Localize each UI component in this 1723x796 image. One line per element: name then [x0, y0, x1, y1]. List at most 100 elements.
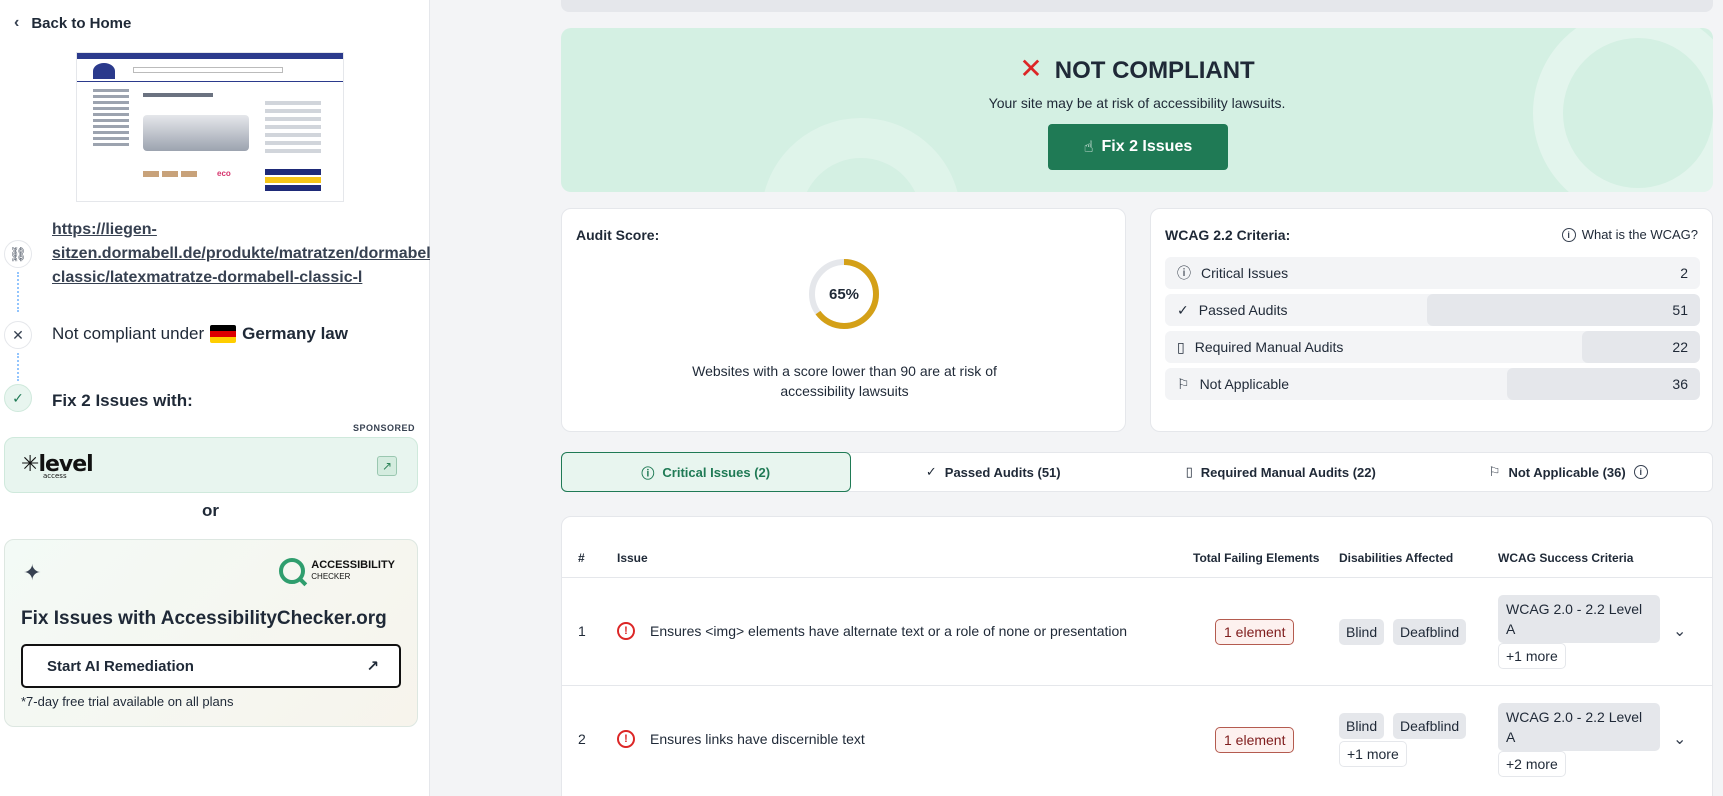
tab-label: Critical Issues (2) [662, 464, 771, 480]
fix-button-label: Fix 2 Issues [1101, 138, 1193, 155]
info-icon[interactable]: i [1633, 465, 1648, 479]
back-to-home-link[interactable]: ‹ Back to Home [14, 14, 131, 32]
issue-text: Ensures links have discernible text [650, 731, 865, 747]
start-ai-remediation-button[interactable]: Start AI Remediation ↗ [21, 644, 401, 688]
banner-subtitle: Your site may be at risk of accessibilit… [988, 95, 1286, 111]
check-icon: ✓ [1177, 301, 1189, 318]
step-connector [17, 272, 19, 312]
close-icon: ✕ [4, 321, 32, 349]
url-line: https://liegen- [52, 221, 157, 238]
tab-required-manual-audits[interactable]: ▯ Required Manual Audits (22) [1137, 453, 1425, 491]
document-icon: ▯ [1185, 464, 1193, 479]
failing-elements-badge: 1 element [1215, 619, 1295, 645]
law-name: Germany law [242, 324, 348, 343]
sparkle-icon: ✦ [23, 560, 42, 585]
info-icon: i [1561, 227, 1576, 242]
sponsored-label: SPONSORED [352, 423, 415, 433]
wcag-row-label: Required Manual Audits [1194, 339, 1344, 355]
audit-score-label: Audit Score: [576, 227, 660, 243]
header-wcag-criteria: WCAG Success Criteria [1498, 551, 1634, 565]
issue-text: Ensures <img> elements have alternate te… [650, 623, 1128, 639]
wcag-row-label: Not Applicable [1199, 376, 1290, 392]
tab-not-applicable[interactable]: ⚐ Not Applicable (36) i [1425, 453, 1713, 491]
compliance-banner: ✕ NOT COMPLIANT Your site may be at risk … [561, 28, 1713, 192]
document-icon: ▯ [1177, 338, 1185, 355]
header-issue: Issue [617, 551, 648, 565]
disability-chip: Deafblind [1393, 619, 1467, 645]
level-access-card[interactable]: ✳level access ↗ [4, 437, 418, 493]
compliance-status: Not compliant under Germany law [52, 324, 348, 344]
score-value: 65% [828, 285, 860, 303]
wcag-row-count: 51 [1672, 302, 1688, 318]
wcag-row-not-applicable: ⚐ Not Applicable 36 [1165, 368, 1700, 400]
alert-circle-icon: ⓘ [641, 465, 655, 481]
germany-flag-icon [210, 325, 237, 343]
wcag-row-label: Critical Issues [1201, 265, 1289, 281]
disability-chip: Deafblind [1393, 713, 1467, 739]
fix-with-heading: Fix 2 Issues with: [52, 391, 193, 410]
score-warning: Websites with a score lower than 90 are … [692, 363, 997, 399]
wcag-criteria-chip: WCAG 2.0 - 2.2 Level A [1498, 703, 1660, 751]
accessibility-checker-logo: ACCESSIBILITY CHECKER [279, 558, 395, 584]
disabilities-more-chip[interactable]: +1 more [1339, 741, 1407, 767]
ac-logo-sub: CHECKER [311, 572, 351, 581]
back-label: Back to Home [31, 14, 132, 32]
issues-table: # Issue Total Failing Elements Disabilit… [561, 516, 1713, 796]
error-icon: ! [617, 622, 635, 640]
header-disabilities: Disabilities Affected [1339, 551, 1454, 565]
level-access-logo: ✳level access [21, 452, 94, 480]
alert-circle-icon: ⓘ [1177, 265, 1191, 281]
chevron-left-icon: ‹ [14, 14, 20, 31]
audited-url-link[interactable]: https://liegen- sitzen.dormabell.de/prod… [52, 218, 430, 290]
what-link-text: What is the WCAG? [1581, 227, 1698, 242]
external-link-icon[interactable]: ↗ [377, 456, 397, 476]
failing-elements-badge: 1 element [1215, 727, 1295, 753]
disability-chip: Blind [1339, 713, 1385, 739]
header-failing-elements: Total Failing Elements [1193, 551, 1320, 565]
top-strip [561, 0, 1713, 12]
audit-score-card: Audit Score: 65% Websites with a score l… [561, 208, 1126, 432]
results-tabs: ⓘ Critical Issues (2) ✓ Passed Audits (5… [561, 452, 1713, 492]
criteria-more-chip[interactable]: +1 more [1498, 643, 1566, 669]
compliance-text: Not compliant under [52, 324, 205, 343]
fix-issues-button[interactable]: ☝ Fix 2 Issues [1048, 124, 1228, 170]
wcag-row-count: 36 [1672, 376, 1688, 392]
close-icon: ✕ [1019, 53, 1043, 84]
or-separator: or [202, 501, 219, 520]
check-icon: ✓ [4, 384, 32, 412]
wcag-row-passed: ✓ Passed Audits 51 [1165, 294, 1700, 326]
thumbnail-eco-text: eco [217, 169, 231, 178]
chevron-down-icon[interactable]: ⌄ [1673, 621, 1686, 641]
step-connector [17, 353, 19, 381]
ac-card-title: Fix Issues with AccessibilityChecker.org [21, 608, 387, 629]
row-number: 2 [578, 731, 586, 747]
row-number: 1 [578, 623, 586, 639]
arrow-up-right-icon: ↗ [366, 658, 379, 675]
tab-critical-issues[interactable]: ⓘ Critical Issues (2) [561, 452, 851, 492]
flag-icon: ⚐ [1177, 375, 1190, 392]
site-thumbnail: eco [76, 52, 344, 202]
check-icon: ✓ [925, 464, 937, 479]
tab-passed-audits[interactable]: ✓ Passed Audits (51) [850, 453, 1138, 491]
sidebar: ‹ Back to Home eco ⛓ https://liegen- sit… [0, 0, 430, 796]
status-text: NOT COMPLIANT [1054, 57, 1255, 84]
wcag-criteria-chip: WCAG 2.0 - 2.2 Level A [1498, 595, 1660, 643]
tab-label: Required Manual Audits (22) [1200, 464, 1376, 480]
tab-label: Not Applicable (36) [1508, 464, 1626, 480]
banner-status: ✕ NOT COMPLIANT [561, 52, 1713, 85]
disability-chip: Blind [1339, 619, 1385, 645]
wcag-row-label: Passed Audits [1198, 302, 1288, 318]
flag-icon: ⚐ [1488, 464, 1501, 479]
ac-logo-title: ACCESSIBILITY [311, 559, 395, 571]
what-is-wcag-link[interactable]: i What is the WCAG? [1561, 227, 1698, 242]
url-line: classic/latexmatratze-dormabell-classic-… [52, 269, 363, 286]
chevron-down-icon[interactable]: ⌄ [1673, 729, 1686, 749]
wcag-row-count: 22 [1672, 339, 1688, 355]
wcag-row-manual: ▯ Required Manual Audits 22 [1165, 331, 1700, 363]
wcag-criteria-card: WCAG 2.2 Criteria: i What is the WCAG? ⓘ… [1150, 208, 1713, 432]
checker-mark-icon [279, 558, 306, 584]
pointer-hand-icon: ☝ [1083, 139, 1094, 156]
link-icon: ⛓ [4, 240, 32, 268]
wcag-row-critical: ⓘ Critical Issues 2 [1165, 257, 1700, 289]
criteria-more-chip[interactable]: +2 more [1498, 751, 1566, 777]
